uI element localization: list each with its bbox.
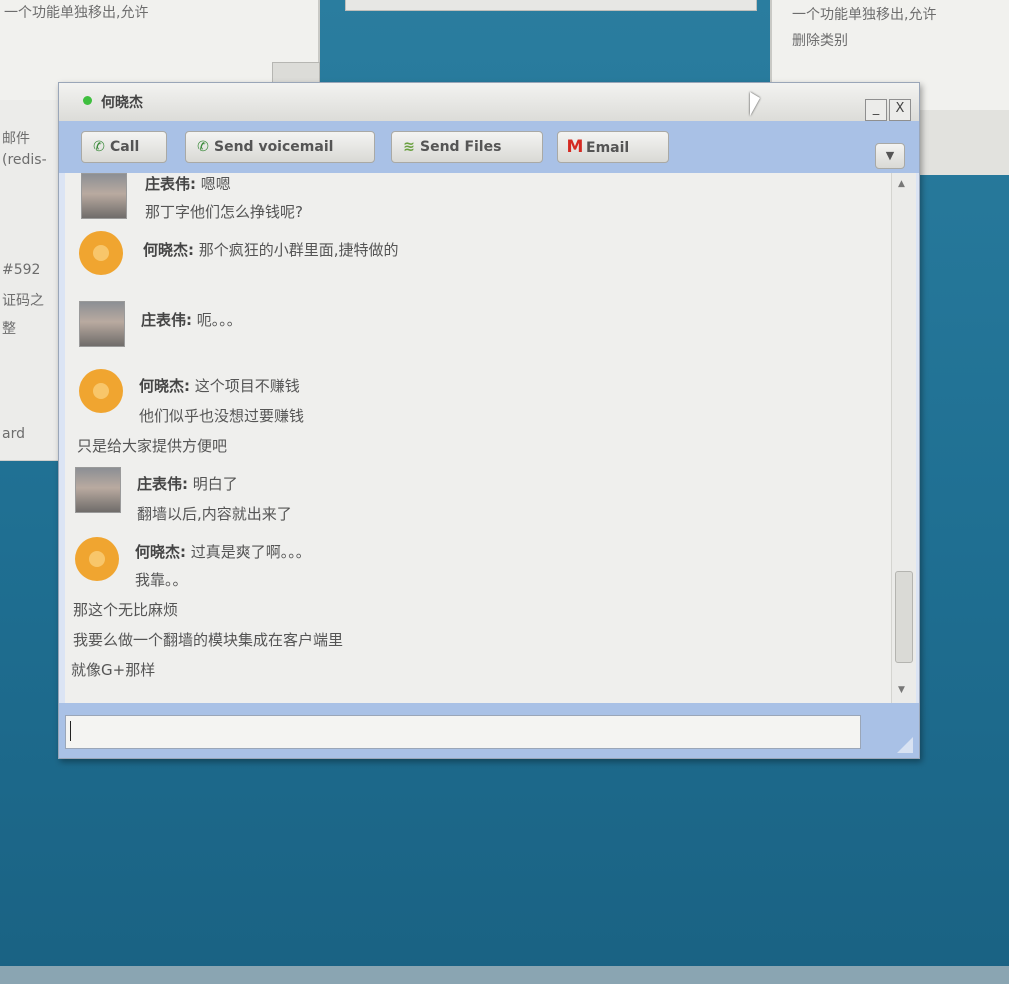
message-text: 过真是爽了啊。。。 [186, 543, 311, 561]
message-text: 这个项目不赚钱 [190, 377, 300, 395]
message-text: 嗯嗯 [196, 175, 231, 193]
scrollbar-thumb[interactable] [895, 571, 913, 663]
message-line: 翻墙以后,内容就出来了 [137, 505, 292, 523]
message-line: 何晓杰: 过真是爽了啊。。。 [135, 541, 311, 562]
chat-title-bar[interactable]: 何晓杰 _ X [59, 83, 919, 122]
message-line: 就像G+那样 [71, 661, 156, 679]
resize-grip-icon[interactable] [897, 737, 913, 753]
message-text: 那个疯狂的小群里面,捷特做的 [194, 241, 399, 259]
avatar [79, 301, 125, 347]
bg-text: 删除类别 [792, 33, 848, 49]
message-sender: 何晓杰: [143, 241, 194, 259]
message-line: 何晓杰: 那个疯狂的小群里面,捷特做的 [143, 239, 399, 260]
bg-text: 一个功能单独移出,允许 [4, 5, 149, 21]
scroll-down-icon[interactable]: ▼ [898, 685, 905, 695]
send-files-button[interactable]: ≋ Send Files [391, 131, 543, 163]
message-sender: 何晓杰: [139, 377, 190, 395]
more-options-button[interactable]: ▼ [875, 143, 905, 169]
message-sender: 庄表伟: [141, 311, 192, 329]
voicemail-label: Send voicemail [214, 139, 334, 155]
gmail-icon: M [566, 137, 584, 157]
message-line: 只是给大家提供方便吧 [77, 437, 228, 455]
chevron-down-icon: ▼ [885, 149, 895, 162]
chat-window: 何晓杰 _ X ✆ Call ✆ Send voicemail ≋ Send File… [58, 82, 920, 759]
message-line: 我要么做一个翻墙的模块集成在客户端里 [73, 631, 344, 649]
message-line: 庄表伟: 呃。。。 [141, 309, 242, 330]
phone-icon: ✆ [93, 139, 105, 155]
message-sender: 庄表伟: [145, 175, 196, 193]
message-line: 我靠。。 [135, 571, 188, 589]
bg-text: #592 [2, 262, 41, 278]
call-button[interactable]: ✆ Call [81, 131, 167, 163]
bg-text: 证码之 [2, 293, 44, 309]
avatar [75, 467, 121, 513]
email-button[interactable]: M Email [557, 131, 669, 163]
message-sender: 庄表伟: [137, 475, 188, 493]
presence-online-icon [83, 96, 92, 105]
compose-area [59, 703, 919, 758]
message-line: 那这个无比麻烦 [73, 601, 179, 619]
message-line: 庄表伟: 嗯嗯 [145, 173, 231, 194]
monitor-bottom-edge [0, 966, 1009, 984]
chat-toolbar: ✆ Call ✆ Send voicemail ≋ Send Files M Email [59, 121, 919, 173]
bg-text: 邮件 [2, 131, 30, 147]
avatar [81, 173, 127, 219]
message-sender: 何晓杰: [135, 543, 186, 561]
message-line: 庄表伟: 明白了 [137, 473, 238, 494]
message-line: 何晓杰: 这个项目不赚钱 [139, 375, 300, 396]
bg-text: 整 [2, 321, 16, 337]
attach-files-icon: ≋ [403, 139, 415, 155]
close-button[interactable]: X [889, 99, 911, 121]
message-line: 那丁字他们怎么挣钱呢? [145, 203, 303, 221]
bg-text: (redis- [2, 152, 47, 168]
background-window-top-bar [345, 0, 757, 11]
files-label: Send Files [420, 139, 502, 155]
email-label: Email [586, 140, 630, 156]
message-history[interactable]: 庄表伟: 嗯嗯 那丁字他们怎么挣钱呢? 何晓杰: 那个疯狂的小群里面,捷特做的 … [65, 173, 891, 703]
message-text: 呃。。。 [192, 311, 242, 329]
phone-icon: ✆ [197, 139, 209, 155]
call-label: Call [110, 139, 140, 155]
scroll-up-icon[interactable]: ▲ [898, 179, 905, 189]
bg-text: 一个功能单独移出,允许 [792, 7, 937, 23]
avatar [75, 537, 119, 581]
bg-text: ard [2, 426, 25, 442]
message-text: 明白了 [188, 475, 238, 493]
mouse-cursor-icon [750, 92, 760, 116]
send-voicemail-button[interactable]: ✆ Send voicemail [185, 131, 375, 163]
minimize-button[interactable]: _ [865, 99, 887, 121]
text-caret [70, 721, 71, 741]
message-input[interactable] [65, 715, 861, 749]
message-line: 他们似乎也没想过要赚钱 [139, 407, 305, 425]
avatar [79, 369, 123, 413]
contact-name: 何晓杰 [101, 95, 143, 111]
message-scrollbar[interactable]: ▲ ▼ [891, 173, 916, 703]
avatar [79, 231, 123, 275]
